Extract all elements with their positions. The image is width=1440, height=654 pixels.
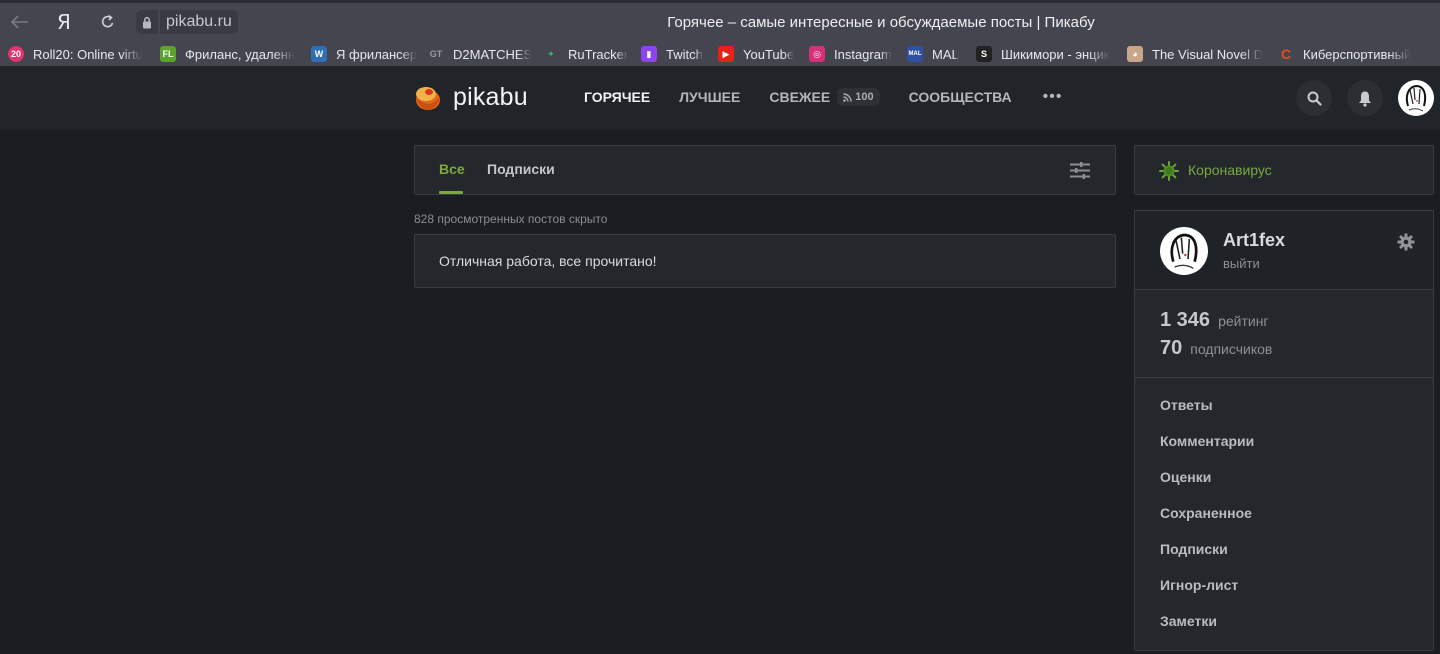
address-row: Я pikabu.ru Горячее – самые интересные и… (0, 6, 1440, 38)
search-button[interactable] (1296, 80, 1332, 116)
pikabu-logo[interactable]: pikabu (413, 83, 528, 112)
tab-subscriptions[interactable]: Подписки (487, 161, 555, 177)
menu-item-subscriptions[interactable]: Подписки (1160, 540, 1254, 576)
menu-item-notes[interactable]: Заметки (1160, 612, 1254, 648)
profile-username[interactable]: Art1fex (1223, 230, 1285, 251)
bookmark-w[interactable]: W Я фрилансер (311, 46, 417, 62)
profile-header: Art1fex выйти (1135, 211, 1433, 290)
tab-all[interactable]: Все (439, 161, 465, 177)
rating-value: 1 346 (1160, 309, 1211, 331)
rating-label: рейтинг (1218, 313, 1269, 329)
bookmark-label: Шикимори - энцик (1001, 46, 1110, 62)
feed-tabs-card: Все Подписки (414, 145, 1116, 195)
fl-icon: FL (160, 46, 176, 62)
instagram-icon: ◎ (809, 46, 825, 62)
menu-item-ignore-list[interactable]: Игнор-лист (1160, 576, 1254, 612)
profile-settings-button[interactable] (1397, 233, 1415, 256)
bookmark-label: Фриланс, удаленн (185, 46, 296, 62)
notifications-button[interactable] (1347, 80, 1383, 116)
profile-menu: Ответы Комментарии Оценки Сохраненное По… (1160, 396, 1254, 648)
nav-fresh-label: СВЕЖЕЕ (769, 89, 831, 105)
twitch-icon: ▮ (641, 46, 657, 62)
rss-icon (843, 92, 852, 102)
virus-icon (1159, 161, 1179, 186)
shikimori-icon: S (976, 46, 992, 62)
fresh-count-badge: 100 (837, 88, 880, 106)
bookmark-label: Instagram (834, 46, 892, 62)
rutracker-icon: ✦ (543, 46, 559, 62)
subscribers-stat[interactable]: 70 подписчиков (1160, 337, 1272, 360)
active-tab-indicator (439, 191, 463, 194)
user-avatar[interactable] (1398, 80, 1434, 116)
bookmark-instagram[interactable]: ◎ Instagram (809, 46, 892, 62)
hidden-posts-info: 828 просмотренных постов скрыто (414, 212, 608, 226)
bookmark-d2matches[interactable]: GT D2MATCHES (428, 46, 532, 62)
nav-fresh[interactable]: СВЕЖЕЕ 100 (769, 88, 880, 106)
bookmark-cybersport[interactable]: C Киберспортивный (1278, 46, 1411, 62)
profile-card: Art1fex выйти 1 346 рейтинг 70 подписчик… (1134, 210, 1434, 651)
bookmark-label: Я фрилансер (336, 46, 418, 62)
nav-best-label: ЛУЧШЕЕ (679, 89, 741, 105)
roll20-icon: 20 (8, 46, 24, 62)
nav-communities[interactable]: СООБЩЕСТВА (909, 89, 1012, 105)
nav-best[interactable]: ЛУЧШЕЕ (679, 89, 740, 105)
youtube-icon: ▶ (718, 46, 734, 62)
gear-icon (1397, 233, 1415, 251)
bookmark-label: RuTracker (568, 46, 629, 62)
nav-communities-label: СООБЩЕСТВА (908, 89, 1012, 105)
bookmark-shikimori[interactable]: S Шикимори - энцик (976, 46, 1110, 62)
all-read-card: Отличная работа, все прочитано! (414, 234, 1116, 288)
bookmark-fl[interactable]: FL Фриланс, удаленн (160, 46, 295, 62)
profile-avatar[interactable] (1160, 227, 1208, 275)
bookmark-label: YouTube (743, 46, 795, 62)
menu-item-comments[interactable]: Комментарии (1160, 432, 1254, 468)
bookmark-label: MAL (932, 46, 959, 62)
bookmark-label: Roll20: Online virtu (33, 46, 143, 62)
bookmark-vndb[interactable]: ◕ The Visual Novel D (1127, 46, 1263, 62)
bookmark-mal[interactable]: MAL MAL (907, 46, 959, 62)
profile-stats: 1 346 рейтинг 70 подписчиков (1135, 290, 1433, 378)
rating-stat: 1 346 рейтинг (1160, 309, 1269, 332)
sliders-icon (1070, 162, 1090, 179)
browser-toolbar: Я pikabu.ru Горячее – самые интересные и… (0, 0, 1440, 66)
logout-link[interactable]: выйти (1223, 256, 1260, 271)
avatar-sketch-icon (1170, 233, 1198, 269)
coronavirus-label: Коронавирус (1188, 162, 1272, 178)
bookmark-roll20[interactable]: 20 Roll20: Online virtu (8, 46, 143, 62)
pikabu-cupcake-icon (416, 86, 440, 110)
d2matches-icon: GT (428, 46, 444, 62)
bookmark-twitch[interactable]: ▮ Twitch (641, 46, 703, 62)
menu-item-saved[interactable]: Сохраненное (1160, 504, 1254, 540)
bookmark-label: Киберспортивный (1303, 46, 1412, 62)
avatar-sketch-icon (1405, 84, 1427, 112)
more-menu-button[interactable]: ••• (1043, 88, 1063, 106)
page-title: Горячее – самые интересные и обсуждаемые… (667, 14, 1095, 31)
search-icon (1307, 91, 1322, 106)
main-nav: ГОРЯЧЕЕ ЛУЧШЕЕ СВЕЖЕЕ 100 СООБЩЕСТВА ••• (584, 88, 1062, 106)
logo-text: pikabu (453, 83, 528, 111)
coronavirus-link[interactable]: Коронавирус (1134, 145, 1434, 195)
bell-icon (1359, 91, 1371, 107)
menu-item-ratings[interactable]: Оценки (1160, 468, 1254, 504)
cybersport-icon: C (1278, 46, 1294, 62)
w-icon: W (311, 46, 327, 62)
bookmark-youtube[interactable]: ▶ YouTube (718, 46, 794, 62)
bookmark-label: D2MATCHES (453, 46, 533, 62)
feed-settings-button[interactable] (1069, 161, 1091, 179)
nav-hot[interactable]: ГОРЯЧЕЕ (584, 89, 650, 105)
bookmark-label: The Visual Novel D (1152, 46, 1264, 62)
fresh-count: 100 (855, 91, 874, 103)
all-read-message: Отличная работа, все прочитано! (439, 253, 657, 269)
subscribers-label: подписчиков (1190, 341, 1273, 357)
nav-hot-label: ГОРЯЧЕЕ (584, 89, 651, 105)
vndb-icon: ◕ (1127, 46, 1143, 62)
bookmarks-bar: 20 Roll20: Online virtu FL Фриланс, удаленн… (0, 43, 1440, 65)
menu-item-replies[interactable]: Ответы (1160, 396, 1254, 432)
subscribers-value: 70 (1160, 337, 1183, 359)
site-header: pikabu ГОРЯЧЕЕ ЛУЧШЕЕ СВЕЖЕЕ 100 СООБЩЕС… (0, 66, 1440, 130)
mal-icon: MAL (907, 46, 923, 62)
bookmark-label: Twitch (666, 46, 703, 62)
bookmark-rutracker[interactable]: ✦ RuTracker (543, 46, 628, 62)
